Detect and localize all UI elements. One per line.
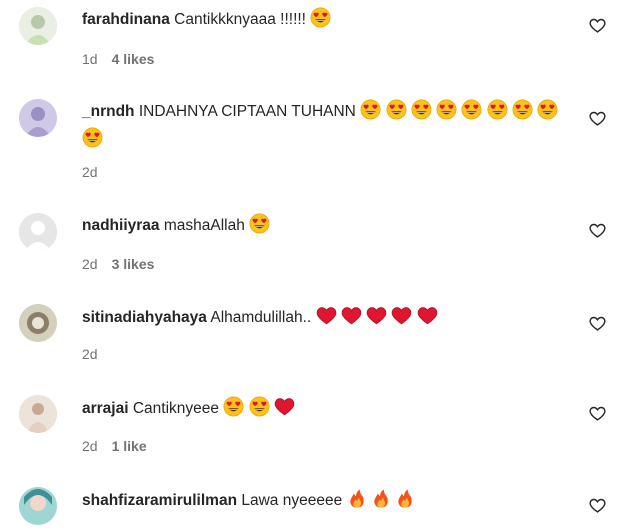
like-heart-icon[interactable] bbox=[589, 17, 606, 34]
comment-text: Cantiknyeee bbox=[132, 400, 220, 417]
comment-meta: 2d bbox=[82, 346, 98, 362]
comment-meta: 2d bbox=[82, 164, 98, 180]
like-heart-icon[interactable] bbox=[589, 497, 606, 514]
comment-body: farahdinana Cantikkknyaaa !!!!!! bbox=[82, 7, 583, 35]
comment-body: _nrndh INDAHNYA CIPTAAN TUHANN bbox=[82, 99, 583, 155]
heart-eyes-emoji-icon bbox=[386, 99, 407, 127]
comment-body: arrajai Cantiknyeee bbox=[82, 396, 583, 424]
comment-time: 2d bbox=[82, 256, 98, 272]
comment-username[interactable]: sitinadiahyahaya bbox=[82, 309, 207, 326]
comment-time: 2d bbox=[82, 164, 98, 180]
comment-username[interactable]: farahdinana bbox=[82, 11, 170, 28]
comment-text: Alhamdulillah.. bbox=[210, 309, 312, 326]
comment-likes[interactable]: 4 likes bbox=[112, 51, 155, 67]
comment-text: INDAHNYA CIPTAAN TUHANN bbox=[138, 103, 356, 120]
red-heart-emoji-icon bbox=[274, 396, 295, 424]
heart-eyes-emoji-icon bbox=[487, 99, 508, 127]
comment-likes[interactable]: 3 likes bbox=[112, 256, 155, 272]
heart-eyes-emoji-icon bbox=[512, 99, 533, 127]
heart-eyes-emoji-icon bbox=[310, 7, 331, 35]
comment-meta: 1d 4 likes bbox=[82, 51, 154, 67]
comment-body: sitinadiahyahaya Alhamdulillah.. bbox=[82, 305, 583, 333]
red-heart-emoji-icon bbox=[391, 305, 412, 333]
fire-emoji-icon bbox=[395, 488, 415, 516]
comment-likes[interactable]: 1 like bbox=[112, 438, 147, 454]
heart-eyes-emoji-icon bbox=[461, 99, 482, 127]
like-heart-icon[interactable] bbox=[589, 110, 606, 127]
avatar[interactable] bbox=[19, 213, 57, 251]
fire-emoji-icon bbox=[347, 488, 367, 516]
comment-username[interactable]: shahfizaramirulilman bbox=[82, 492, 237, 509]
heart-eyes-emoji-icon bbox=[223, 396, 244, 424]
like-heart-icon[interactable] bbox=[589, 222, 606, 239]
red-heart-emoji-icon bbox=[417, 305, 438, 333]
comment-time: 2d bbox=[82, 438, 98, 454]
avatar[interactable] bbox=[19, 395, 57, 433]
comment-text: mashaAllah bbox=[163, 217, 245, 234]
heart-eyes-emoji-icon bbox=[82, 127, 103, 155]
red-heart-emoji-icon bbox=[366, 305, 387, 333]
avatar[interactable] bbox=[19, 304, 57, 342]
heart-eyes-emoji-icon bbox=[360, 99, 381, 127]
comment-meta: 2d 1 like bbox=[82, 438, 147, 454]
comment-body: shahfizaramirulilman Lawa nyeeeee bbox=[82, 488, 583, 516]
avatar[interactable] bbox=[19, 99, 57, 137]
heart-eyes-emoji-icon bbox=[249, 396, 270, 424]
avatar[interactable] bbox=[19, 487, 57, 525]
comment-username[interactable]: arrajai bbox=[82, 400, 129, 417]
fire-emoji-icon bbox=[371, 488, 391, 516]
like-heart-icon[interactable] bbox=[589, 315, 606, 332]
heart-eyes-emoji-icon bbox=[411, 99, 432, 127]
heart-eyes-emoji-icon bbox=[249, 213, 270, 241]
comment-body: nadhiiyraa mashaAllah bbox=[82, 213, 583, 241]
heart-eyes-emoji-icon bbox=[436, 99, 457, 127]
red-heart-emoji-icon bbox=[316, 305, 337, 333]
comment-time: 1d bbox=[82, 51, 98, 67]
heart-eyes-emoji-icon bbox=[537, 99, 558, 127]
comment-text: Lawa nyeeeee bbox=[241, 492, 343, 509]
avatar[interactable] bbox=[19, 7, 57, 45]
red-heart-emoji-icon bbox=[341, 305, 362, 333]
comment-text: Cantikkknyaaa !!!!!! bbox=[174, 11, 306, 28]
comment-username[interactable]: nadhiiyraa bbox=[82, 217, 160, 234]
like-heart-icon[interactable] bbox=[589, 405, 606, 422]
comment-meta: 2d 3 likes bbox=[82, 256, 154, 272]
comment-username[interactable]: _nrndh bbox=[82, 103, 135, 120]
comment-time: 2d bbox=[82, 346, 98, 362]
